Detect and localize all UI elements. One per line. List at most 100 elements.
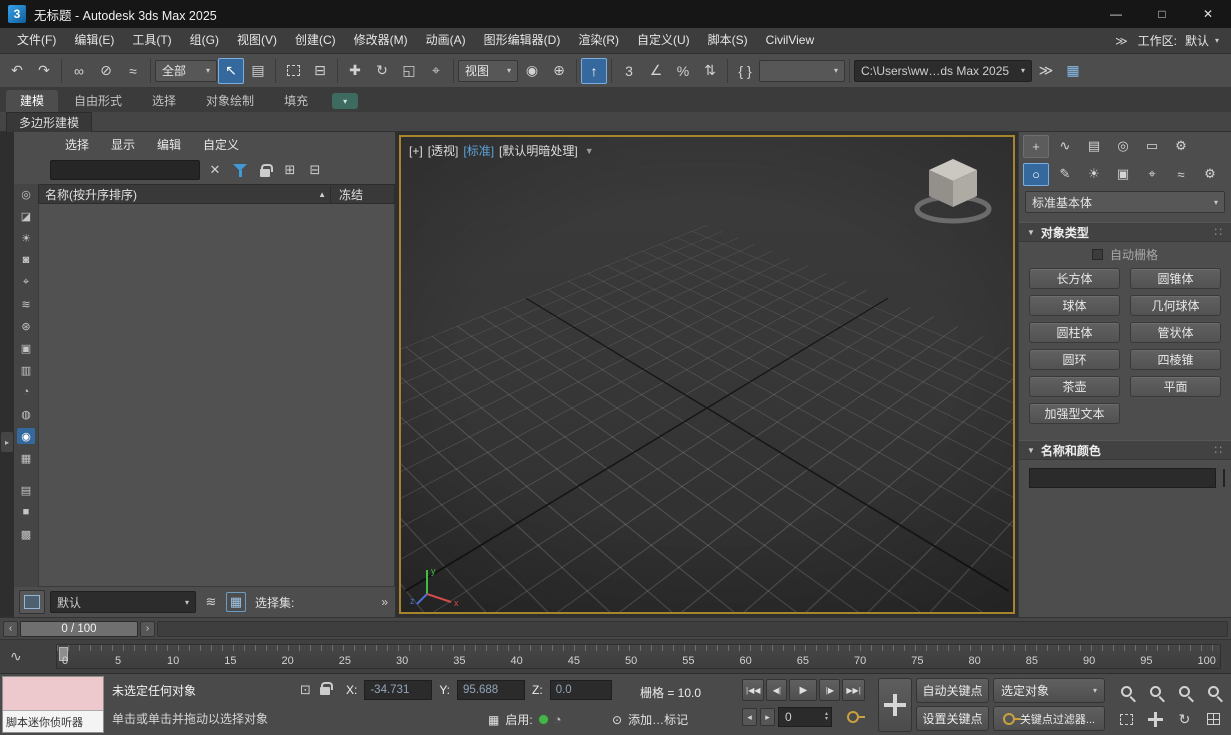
select-and-scale-icon[interactable]: ◱ <box>396 58 422 84</box>
spinner-snap-icon[interactable]: ⇅ <box>697 58 723 84</box>
menubar-item[interactable]: 编辑(E) <box>65 28 123 53</box>
display-filter-icon[interactable]: ⊛ <box>17 318 35 334</box>
toolbar-overflow-icon[interactable]: ≫ <box>1033 58 1059 84</box>
filter-funnel-icon[interactable] <box>230 160 250 180</box>
x-coordinate-field[interactable]: -34.731 <box>364 680 432 700</box>
modify-tab-icon[interactable]: ∿ <box>1052 135 1078 158</box>
menubar-item[interactable]: CivilView <box>757 28 823 53</box>
column-name-header[interactable]: 名称(按升序排序) <box>45 186 318 203</box>
redo-icon[interactable]: ↷ <box>31 58 57 84</box>
scene-tree[interactable] <box>38 204 395 587</box>
set-keys-button[interactable] <box>878 678 912 732</box>
time-tag-icon[interactable]: ⊙ <box>612 713 622 727</box>
collapse-all-icon[interactable]: ⊟ <box>305 160 325 180</box>
object-type-button[interactable]: 长方体 <box>1029 268 1120 289</box>
previous-frame-button[interactable]: ◀| <box>766 679 787 701</box>
object-name-input[interactable] <box>1029 468 1216 488</box>
object-type-button[interactable]: 圆环 <box>1029 349 1120 370</box>
pan-icon[interactable] <box>1141 705 1170 733</box>
viewport-layout-button[interactable] <box>19 590 45 614</box>
zoom-extents-icon[interactable] <box>1170 677 1199 705</box>
ribbon-tab-freeform[interactable]: 自由形式 <box>60 90 136 112</box>
listener-pink-area[interactable] <box>3 677 103 711</box>
frame-spinner[interactable]: ▴ ▾ <box>825 712 828 722</box>
select-and-manipulate-icon[interactable]: ⊕ <box>546 58 572 84</box>
search-input[interactable] <box>50 160 200 180</box>
sort-ascending-icon[interactable]: ▲ <box>318 190 326 199</box>
select-and-place-icon[interactable]: ⌖ <box>423 58 449 84</box>
degradation-clock-icon[interactable]: ◔ <box>554 712 562 727</box>
isolate-selection-icon[interactable]: ⊡ <box>300 682 311 698</box>
object-type-button[interactable]: 圆锥体 <box>1130 268 1221 289</box>
menubar-overflow-icon[interactable]: ≫ <box>1107 34 1136 48</box>
selection-filter-dropdown[interactable]: 全部 ▾ <box>155 60 217 82</box>
explorer-menu-item[interactable]: 编辑 <box>146 136 192 153</box>
helpers-category-icon[interactable]: ⌖ <box>1139 163 1165 186</box>
lights-category-icon[interactable]: ☀ <box>1081 163 1107 186</box>
explorer-menu-item[interactable]: 自定义 <box>192 136 250 153</box>
spacewarps-category-icon[interactable]: ≈ <box>1168 163 1194 186</box>
set-key-icon-button[interactable] <box>847 711 859 723</box>
motion-tab-icon[interactable]: ◎ <box>1110 135 1136 158</box>
display-filter-icon[interactable]: ◙ <box>17 252 35 268</box>
project-folder-dropdown[interactable]: C:\Users\ww…ds Max 2025 ▾ <box>854 60 1032 82</box>
rollout-grip-icon[interactable]: ∷ <box>1214 443 1223 457</box>
clear-search-icon[interactable]: ✕ <box>205 160 225 180</box>
zoom-icon[interactable] <box>1112 677 1141 705</box>
display-filter-icon[interactable]: ▤ <box>17 482 35 498</box>
percent-snap-icon[interactable]: % <box>670 58 696 84</box>
explorer-overflow-icon[interactable]: » <box>381 595 390 609</box>
zoom-extents-all-icon[interactable] <box>1199 677 1228 705</box>
scene-explorer-mode-icon[interactable]: ▦ <box>226 592 246 612</box>
utilities-tab-icon[interactable]: ⚙ <box>1168 135 1194 158</box>
name-color-rollout-header[interactable]: ▼ 名称和颜色 ∷ <box>1019 440 1231 460</box>
display-filter-icon[interactable]: ◎ <box>17 186 35 202</box>
expand-strip-icon[interactable]: ▸ <box>1 432 13 452</box>
column-frozen-header[interactable]: 冻结 <box>330 186 388 203</box>
geometry-category-dropdown[interactable]: 标准基本体 ▾ <box>1025 191 1225 213</box>
menubar-item[interactable]: 文件(F) <box>8 28 65 53</box>
systems-category-icon[interactable]: ⚙ <box>1197 163 1223 186</box>
display-filter-icon[interactable]: ⌖ <box>17 274 35 290</box>
y-coordinate-field[interactable]: 95.688 <box>457 680 525 700</box>
angle-snap-icon[interactable]: ∠ <box>643 58 669 84</box>
display-filter-icon[interactable]: ▦ <box>17 450 35 466</box>
key-filters-button[interactable]: 关键点过滤器... <box>993 706 1105 731</box>
current-frame-field[interactable]: 0 ▴ ▾ <box>778 707 832 727</box>
reference-coordinate-dropdown[interactable]: 视图 ▾ <box>458 60 518 82</box>
explorer-preset-dropdown[interactable]: 默认 ▾ <box>50 591 196 613</box>
menubar-item[interactable]: 渲染(R) <box>569 28 628 53</box>
object-type-button[interactable]: 几何球体 <box>1130 295 1221 316</box>
time-slider-track[interactable] <box>157 621 1228 637</box>
viewport-filter-icon[interactable]: ▼ <box>585 146 594 156</box>
maximize-button[interactable]: □ <box>1139 0 1185 28</box>
color-swatch[interactable] <box>1223 469 1225 487</box>
ribbon-subtab-polygon-modeling[interactable]: 多边形建模 <box>6 112 92 132</box>
display-tab-icon[interactable]: ▭ <box>1139 135 1165 158</box>
ribbon-tab-populate[interactable]: 填充 <box>270 90 322 112</box>
named-selection-sets-icon[interactable]: { } <box>732 58 758 84</box>
unlink-selection-icon[interactable]: ⊘ <box>93 58 119 84</box>
geometry-category-icon[interactable]: ○ <box>1023 163 1049 186</box>
display-filter-icon[interactable]: ◉ <box>17 428 35 444</box>
next-frame-button[interactable]: |▶ <box>819 679 840 701</box>
display-filter-icon[interactable]: ◍ <box>17 406 35 422</box>
explorer-menu-item[interactable]: 显示 <box>100 136 146 153</box>
ribbon-tab-modeling[interactable]: 建模 <box>6 90 58 112</box>
rollout-grip-icon[interactable]: ∷ <box>1214 225 1223 239</box>
menubar-item[interactable]: 创建(C) <box>286 28 345 53</box>
zoom-all-icon[interactable] <box>1141 677 1170 705</box>
app-logo-icon[interactable]: 3 <box>8 5 26 23</box>
bind-to-spacewarp-icon[interactable]: ≈ <box>120 58 146 84</box>
time-slider-right-arrow[interactable]: › <box>140 621 155 637</box>
object-type-rollout-header[interactable]: ▼ 对象类型 ∷ <box>1019 222 1231 242</box>
object-type-button[interactable]: 圆柱体 <box>1029 322 1120 343</box>
menubar-item[interactable]: 视图(V) <box>228 28 286 53</box>
expand-all-icon[interactable]: ⊞ <box>280 160 300 180</box>
menubar-item[interactable]: 动画(A) <box>417 28 475 53</box>
maximize-viewport-icon[interactable] <box>1199 705 1228 733</box>
time-slider-left-arrow[interactable]: ‹ <box>3 621 18 637</box>
perspective-viewport[interactable]: [+] [透视] [标准] [默认明暗处理] ▼ y <box>399 135 1015 614</box>
shapes-category-icon[interactable]: ✎ <box>1052 163 1078 186</box>
close-button[interactable]: ✕ <box>1185 0 1231 28</box>
